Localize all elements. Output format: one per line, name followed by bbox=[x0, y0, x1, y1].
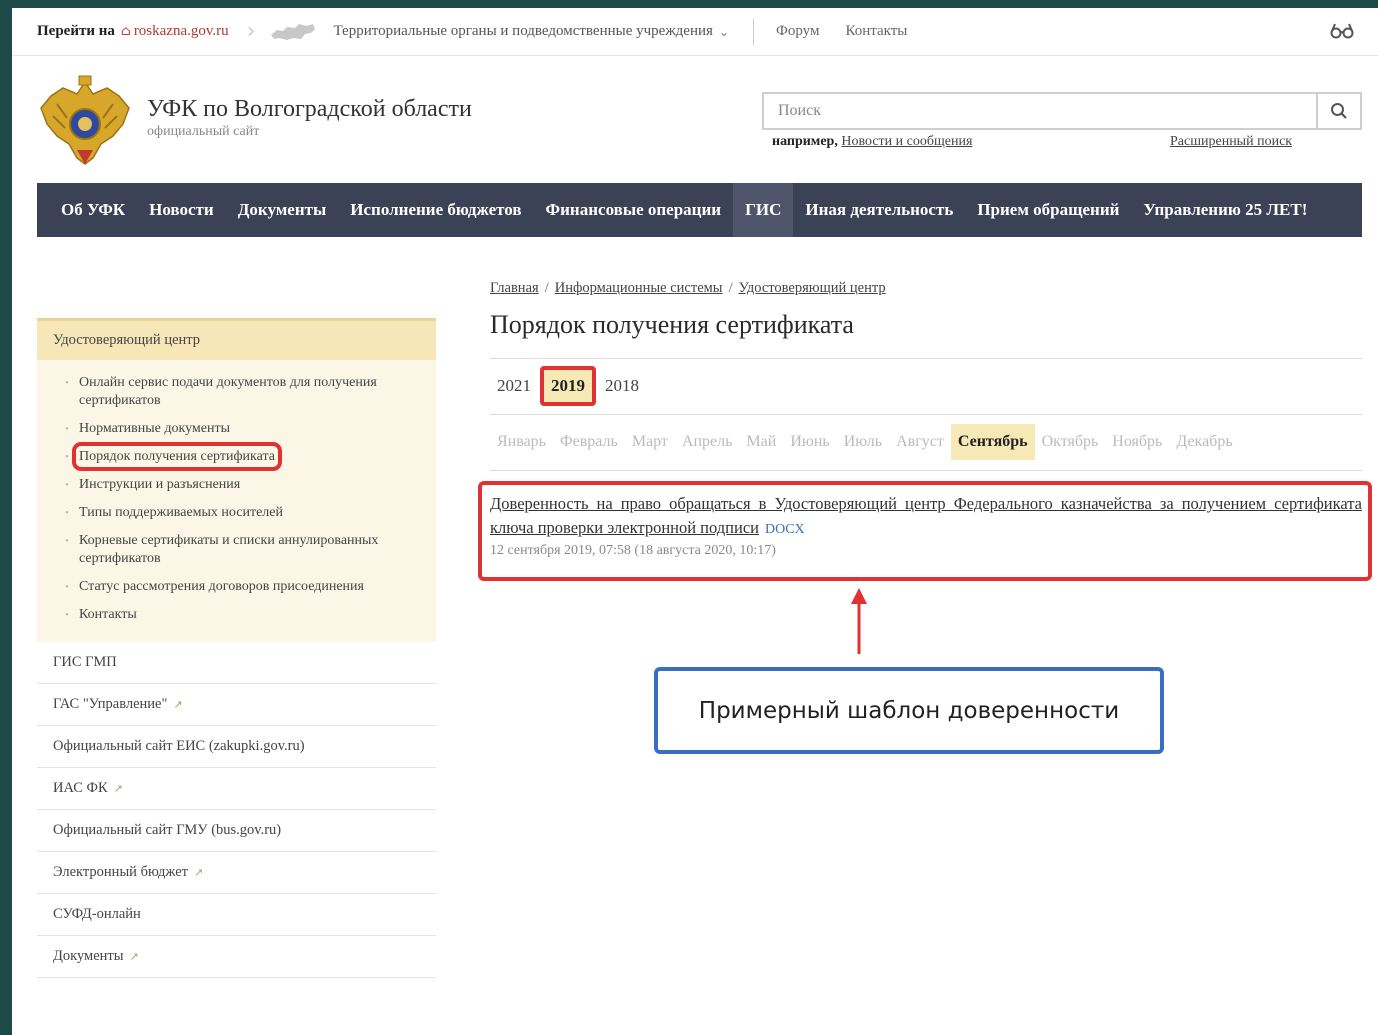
external-link-icon: ↗ bbox=[113, 782, 123, 795]
sidebar-item-certificate-procedure[interactable]: Порядок получения сертификата bbox=[37, 442, 436, 471]
search-button[interactable] bbox=[1316, 94, 1360, 128]
month-december: Декабрь bbox=[1176, 433, 1233, 450]
month-may: Май bbox=[746, 433, 777, 450]
territorial-dropdown[interactable]: Территориальные органы и подведомственны… bbox=[333, 23, 712, 40]
sidebar-link-gis-gmp[interactable]: ГИС ГМП bbox=[37, 642, 436, 684]
breadcrumb-info-systems[interactable]: Информационные системы bbox=[555, 280, 723, 296]
year-2021[interactable]: 2021 bbox=[490, 376, 538, 396]
external-link-icon: ↗ bbox=[173, 698, 183, 711]
search-box bbox=[762, 92, 1362, 130]
sidebar-link-gas-upravlenie[interactable]: ГАС "Управление" ↗ bbox=[37, 684, 436, 726]
page-title: Порядок получения сертификата bbox=[490, 310, 854, 339]
sidebar-item-contract-status[interactable]: Статус рассмотрения договоров присоедине… bbox=[37, 578, 436, 596]
nav-item-25-years[interactable]: Управлению 25 ЛЕТ! bbox=[1131, 183, 1319, 237]
month-february: Февраль bbox=[559, 433, 618, 450]
separator-chevron-icon: › bbox=[246, 19, 256, 44]
eagle-emblem-logo[interactable] bbox=[37, 74, 133, 168]
annotation-arrow-icon bbox=[851, 588, 867, 654]
document-link[interactable]: Доверенность на право обращаться в Удост… bbox=[490, 494, 1362, 537]
russia-map-icon bbox=[271, 23, 316, 40]
nav-item-other-activity[interactable]: Иная деятельность bbox=[793, 183, 965, 237]
external-link-icon: ↗ bbox=[129, 950, 139, 963]
month-october: Октябрь bbox=[1041, 433, 1099, 450]
main-nav: Об УФК Новости Документы Исполнение бюдж… bbox=[37, 183, 1362, 237]
divider bbox=[490, 470, 1362, 471]
search-icon bbox=[1331, 103, 1347, 119]
month-filter: Январь Февраль Март Апрель Май Июнь Июль… bbox=[490, 424, 1240, 460]
month-march: Март bbox=[631, 433, 668, 450]
sidebar-subitems: Онлайн сервис подачи документов для полу… bbox=[37, 360, 436, 642]
month-april: Апрель bbox=[681, 433, 733, 450]
sidebar-item-contacts[interactable]: Контакты bbox=[37, 606, 436, 624]
month-september-selected[interactable]: Сентябрь bbox=[950, 424, 1035, 460]
sidebar-link-eis[interactable]: Официальный сайт ЕИС (zakupki.gov.ru) bbox=[37, 726, 436, 768]
external-link-icon: ↗ bbox=[194, 866, 204, 879]
sidebar: Удостоверяющий центр Онлайн сервис подач… bbox=[37, 318, 436, 978]
year-2018[interactable]: 2018 bbox=[598, 376, 646, 396]
breadcrumb: Главная / Информационные системы / Удостовер… bbox=[490, 280, 886, 297]
year-filter: 2021 2019 2018 bbox=[490, 365, 646, 407]
home-icon: ⌂ bbox=[120, 24, 131, 39]
sidebar-item-root-certificates[interactable]: Корневые сертификаты и списки аннулирова… bbox=[37, 532, 436, 568]
year-2019-selected[interactable]: 2019 bbox=[540, 366, 596, 406]
divider bbox=[490, 358, 1362, 359]
nav-item-documents[interactable]: Документы bbox=[226, 183, 339, 237]
sidebar-link-electronic-budget[interactable]: Электронный бюджет ↗ bbox=[37, 852, 436, 894]
breadcrumb-separator: / bbox=[728, 280, 733, 296]
document-date: 12 сентября 2019, 07:58 (18 августа 2020… bbox=[490, 543, 776, 558]
forum-link[interactable]: Форум bbox=[776, 23, 819, 40]
chevron-down-icon[interactable]: ⌄ bbox=[719, 25, 729, 39]
document-filetype-link[interactable]: DOCX bbox=[765, 522, 805, 537]
breadcrumb-separator: / bbox=[544, 280, 549, 296]
nav-item-news[interactable]: Новости bbox=[137, 183, 226, 237]
site-title[interactable]: УФК по Волгоградской области bbox=[147, 96, 472, 123]
sidebar-link-ias-fk[interactable]: ИАС ФК ↗ bbox=[37, 768, 436, 810]
sidebar-link-documents[interactable]: Документы ↗ bbox=[37, 936, 436, 978]
nav-item-financial-operations[interactable]: Финансовые операции bbox=[534, 183, 734, 237]
nav-item-gis[interactable]: ГИС bbox=[733, 183, 794, 237]
sidebar-item-regulations[interactable]: Нормативные документы bbox=[37, 420, 436, 438]
breadcrumb-certification-center[interactable]: Удостоверяющий центр bbox=[739, 280, 886, 296]
sidebar-link-sufd-online[interactable]: СУФД-онлайн bbox=[37, 894, 436, 936]
month-january: Январь bbox=[497, 433, 546, 450]
month-july: Июль bbox=[843, 433, 883, 450]
contacts-link[interactable]: Контакты bbox=[845, 23, 907, 40]
sidebar-item-media-types[interactable]: Типы поддерживаемых носителей bbox=[37, 504, 436, 522]
month-june: Июнь bbox=[790, 433, 830, 450]
page: Перейти на ⌂ roskazna.gov.ru › Территори… bbox=[12, 8, 1378, 1035]
nav-item-appeals[interactable]: Прием обращений bbox=[965, 183, 1131, 237]
sidebar-section-certification-center[interactable]: Удостоверяющий центр bbox=[37, 318, 436, 360]
search-input[interactable] bbox=[764, 94, 1316, 128]
advanced-search-link[interactable]: Расширенный поиск bbox=[1170, 134, 1292, 150]
search-example: например, Новости и сообщения bbox=[772, 134, 972, 150]
nav-item-about[interactable]: Об УФК bbox=[37, 183, 137, 237]
breadcrumb-home[interactable]: Главная bbox=[490, 280, 539, 296]
divider bbox=[752, 18, 754, 45]
sidebar-item-online-service[interactable]: Онлайн сервис подачи документов для полу… bbox=[37, 374, 436, 410]
goto-label: Перейти на bbox=[37, 23, 115, 39]
glasses-icon[interactable] bbox=[1330, 22, 1354, 40]
annotation-callout: Примерный шаблон доверенности bbox=[654, 667, 1164, 754]
month-august: Август bbox=[896, 433, 944, 450]
sidebar-link-gmu[interactable]: Официальный сайт ГМУ (bus.gov.ru) bbox=[37, 810, 436, 852]
divider bbox=[490, 414, 1362, 415]
top-bar: Перейти на ⌂ roskazna.gov.ru › Территори… bbox=[12, 8, 1378, 56]
example-link[interactable]: Новости и сообщения bbox=[841, 134, 972, 149]
site-subtitle: официальный сайт bbox=[147, 124, 260, 139]
sidebar-item-instructions[interactable]: Инструкции и разъяснения bbox=[37, 476, 436, 494]
roskazna-link[interactable]: roskazna.gov.ru bbox=[134, 23, 229, 40]
document-entry: Доверенность на право обращаться в Удост… bbox=[490, 492, 1362, 542]
month-november: Ноябрь bbox=[1112, 433, 1163, 450]
nav-item-budget-execution[interactable]: Исполнение бюджетов bbox=[338, 183, 533, 237]
example-prefix: например, bbox=[772, 134, 838, 149]
